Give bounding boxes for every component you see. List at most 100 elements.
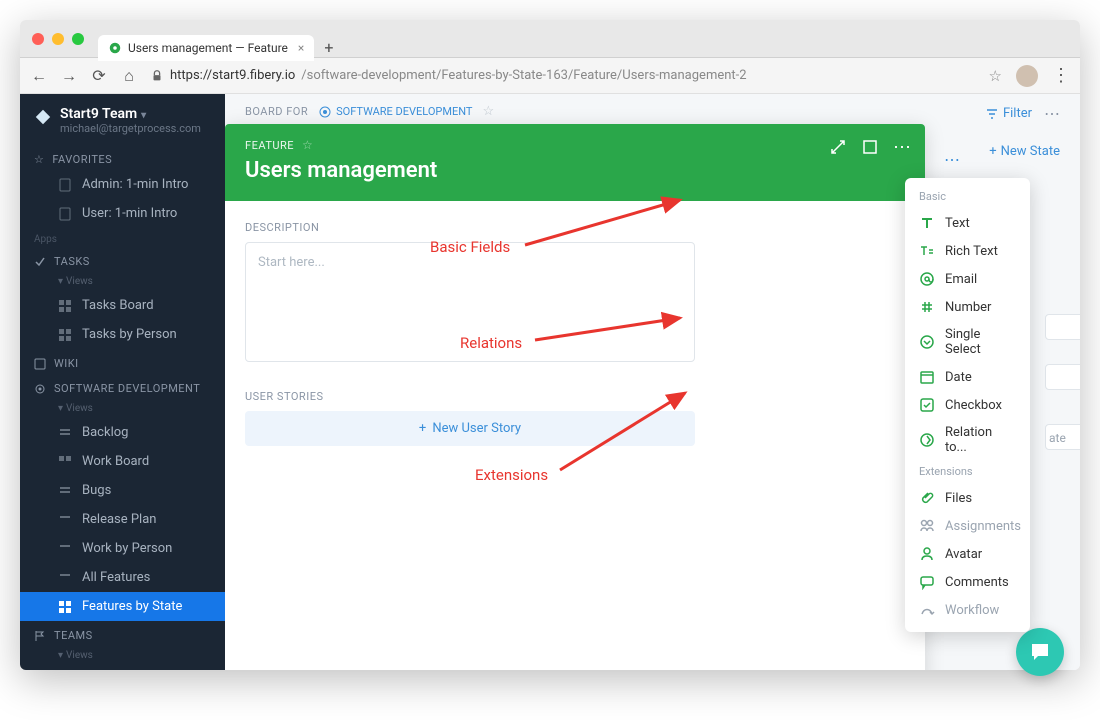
favorite-star-icon[interactable]: ☆ xyxy=(302,138,313,152)
field-option-text[interactable]: Text xyxy=(905,209,1030,237)
relation-icon xyxy=(919,432,935,448)
window-close-button[interactable] xyxy=(32,33,44,45)
field-option-checkbox[interactable]: Checkbox xyxy=(905,391,1030,419)
sidebar-item-all-features[interactable]: All Features xyxy=(20,563,225,592)
select-icon xyxy=(919,334,935,350)
field-option-workflow[interactable]: Workflow xyxy=(905,596,1030,624)
home-button[interactable]: ⌂ xyxy=(120,67,138,85)
dropdown-heading-basic: Basic xyxy=(905,186,1030,209)
new-state-button[interactable]: + New State xyxy=(989,144,1060,159)
sidebar-item-work-board[interactable]: Work Board xyxy=(20,447,225,476)
filter-button[interactable]: Filter xyxy=(985,106,1032,121)
plus-icon: + xyxy=(419,421,426,436)
flag-icon xyxy=(34,630,46,642)
field-option-email[interactable]: Email xyxy=(905,265,1030,293)
field-option-assignments[interactable]: Assignments xyxy=(905,512,1030,540)
views-label-dev: ▾Views xyxy=(20,399,225,418)
team-name: Start9 Team xyxy=(60,106,137,122)
sidebar-item-tasks-by-person[interactable]: Tasks by Person xyxy=(20,320,225,349)
field-option-avatar[interactable]: Avatar xyxy=(905,540,1030,568)
software-dev-section[interactable]: SOFTWARE DEVELOPMENT xyxy=(20,374,225,399)
feature-title[interactable]: Users management xyxy=(245,158,905,183)
intercom-launcher[interactable] xyxy=(1016,628,1064,676)
richtext-icon xyxy=(919,243,935,259)
user-email: michael@targetprocess.com xyxy=(60,122,201,135)
sidebar-item-release-plan[interactable]: Release Plan xyxy=(20,505,225,534)
comments-icon xyxy=(919,574,935,590)
tasks-section[interactable]: TASKS xyxy=(20,247,225,272)
description-editor[interactable]: Start here... xyxy=(245,242,695,362)
chat-icon xyxy=(1028,640,1052,664)
chevron-down-icon: ▾ xyxy=(141,110,146,121)
field-option-files[interactable]: Files xyxy=(905,484,1030,512)
tasks-icon xyxy=(34,256,46,268)
workspace-switcher[interactable]: Start9 Team ▾ michael@targetprocess.com xyxy=(20,94,225,145)
back-button[interactable]: ← xyxy=(30,67,48,85)
profile-avatar[interactable] xyxy=(1016,65,1038,87)
assignments-icon xyxy=(919,518,935,534)
plus-icon: + xyxy=(989,144,996,159)
sidebar-item-user-intro[interactable]: User: 1-min Intro xyxy=(20,199,225,228)
list-icon xyxy=(58,542,72,556)
select-input-stub[interactable] xyxy=(1045,364,1080,390)
sidebar-item-backlog[interactable]: Backlog xyxy=(20,418,225,447)
tab-close-icon[interactable]: × xyxy=(298,41,304,55)
breadcrumb: FEATURE xyxy=(245,139,294,152)
sidebar-item-bugs[interactable]: Bugs xyxy=(20,476,225,505)
browser-address-bar: ← → ⟳ ⌂ https://start9.fibery.io/softwar… xyxy=(20,58,1080,94)
field-option-relation[interactable]: Relation to... xyxy=(905,419,1030,461)
date-placeholder-fragment: ate xyxy=(1049,431,1066,445)
feature-header: FEATURE ☆ Users management ⋯ xyxy=(225,124,925,201)
field-option-single-select[interactable]: Single Select xyxy=(905,321,1030,363)
url-host: https://start9.fibery.io xyxy=(170,68,295,83)
sidebar-item-work-by-person[interactable]: Work by Person xyxy=(20,534,225,563)
window-minimize-button[interactable] xyxy=(52,33,64,45)
column-more-icon[interactable]: ⋯ xyxy=(944,150,960,169)
field-option-richtext[interactable]: Rich Text xyxy=(905,237,1030,265)
new-tab-button[interactable]: + xyxy=(324,38,333,57)
apps-label: Apps xyxy=(20,228,225,247)
teams-section[interactable]: TEAMS xyxy=(20,621,225,646)
fibery-logo-icon xyxy=(34,108,52,126)
board-for-label: BOARD FOR xyxy=(245,105,308,118)
sidebar: Start9 Team ▾ michael@targetprocess.com ☆… xyxy=(20,94,225,670)
avatar-icon xyxy=(919,546,935,562)
board-icon xyxy=(58,328,72,342)
email-icon xyxy=(919,271,935,287)
space-link[interactable]: SOFTWARE DEVELOPMENT xyxy=(318,105,472,119)
fibery-favicon xyxy=(108,41,122,55)
sidebar-item-features-by-state[interactable]: Features by State xyxy=(20,592,225,621)
more-icon[interactable]: ⋯ xyxy=(893,138,911,156)
field-option-comments[interactable]: Comments xyxy=(905,568,1030,596)
lock-icon xyxy=(150,69,164,83)
favorite-star-icon[interactable]: ☆ xyxy=(482,104,494,119)
date-input-stub[interactable] xyxy=(1045,314,1080,340)
expand-icon[interactable] xyxy=(829,138,847,156)
workflow-icon xyxy=(919,602,935,618)
number-icon xyxy=(919,299,935,315)
url-path: /software-development/Features-by-State-… xyxy=(301,68,746,83)
sidebar-item-teams-by-state[interactable]: Teams by State xyxy=(20,665,225,670)
browser-menu-icon[interactable]: ⋮ xyxy=(1052,65,1070,86)
files-icon xyxy=(919,490,935,506)
field-option-number[interactable]: Number xyxy=(905,293,1030,321)
field-option-date[interactable]: Date xyxy=(905,363,1030,391)
sidebar-item-admin-intro[interactable]: Admin: 1-min Intro xyxy=(20,170,225,199)
feature-entity-panel: FEATURE ☆ Users management ⋯ DESCRIPTION… xyxy=(225,124,925,670)
board-more-icon[interactable]: ⋯ xyxy=(1044,104,1060,123)
wiki-section[interactable]: WIKI xyxy=(20,349,225,374)
reload-button[interactable]: ⟳ xyxy=(90,67,108,85)
favorites-section: ☆ FAVORITES xyxy=(20,145,225,170)
browser-tab[interactable]: Users management — Feature × xyxy=(98,35,314,61)
url-field[interactable]: https://start9.fibery.io/software-develo… xyxy=(150,68,977,83)
bookmark-star-icon[interactable]: ☆ xyxy=(989,67,1002,85)
description-label: DESCRIPTION xyxy=(245,221,905,234)
open-new-icon[interactable] xyxy=(861,138,879,156)
forward-button[interactable]: → xyxy=(60,67,78,85)
views-label: ▾Views xyxy=(20,272,225,291)
gear-icon xyxy=(34,383,46,395)
sidebar-item-tasks-board[interactable]: Tasks Board xyxy=(20,291,225,320)
wiki-icon xyxy=(34,358,46,370)
window-zoom-button[interactable] xyxy=(72,33,84,45)
add-user-story-button[interactable]: + New User Story xyxy=(245,411,695,446)
